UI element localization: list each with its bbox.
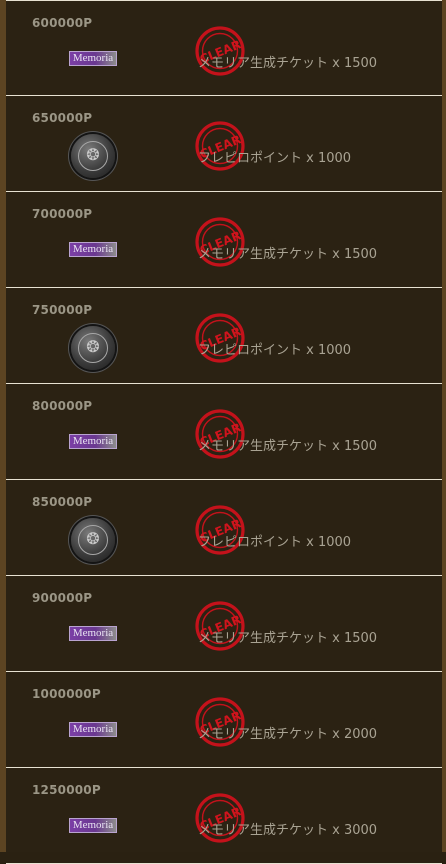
- reward-description: メモリア生成チケット x 1500: [198, 56, 378, 71]
- memoria-ticket-icon: Memoria: [69, 626, 117, 641]
- memoria-ticket-icon: Memoria: [69, 51, 117, 66]
- reward-row: 650000P ❂ CLEAR フレピロポイント x 1000: [6, 96, 442, 192]
- points-threshold: 600000P: [32, 16, 93, 30]
- reward-row: 900000P Memoria CLEAR メモリア生成チケット x 1500: [6, 576, 442, 672]
- reward-description: メモリア生成チケット x 1500: [198, 631, 378, 646]
- reward-description: フレピロポイント x 1000: [198, 151, 352, 166]
- points-threshold: 850000P: [32, 495, 93, 509]
- reward-list: 600000P Memoria CLEAR メモリア生成チケット x 1500 …: [6, 0, 442, 864]
- reward-description: メモリア生成チケット x 3000: [198, 823, 378, 838]
- reward-row: 700000P Memoria CLEAR メモリア生成チケット x 1500: [6, 192, 442, 288]
- points-threshold: 700000P: [32, 207, 93, 221]
- reward-row: 750000P ❂ CLEAR フレピロポイント x 1000: [6, 288, 442, 384]
- reward-row: 850000P ❂ CLEAR フレピロポイント x 1000: [6, 480, 442, 576]
- friend-point-coin-icon: ❂: [71, 326, 115, 370]
- points-threshold: 1250000P: [32, 783, 101, 797]
- points-threshold: 750000P: [32, 303, 93, 317]
- friend-point-coin-icon: ❂: [71, 134, 115, 178]
- friend-point-coin-icon: ❂: [71, 518, 115, 562]
- crest-icon: ❂: [86, 145, 100, 164]
- memoria-ticket-icon: Memoria: [69, 722, 117, 737]
- points-threshold: 800000P: [32, 399, 93, 413]
- reward-description: メモリア生成チケット x 2000: [198, 727, 378, 742]
- crest-icon: ❂: [86, 529, 100, 548]
- reward-list-panel: 600000P Memoria CLEAR メモリア生成チケット x 1500 …: [0, 0, 446, 864]
- points-threshold: 650000P: [32, 111, 93, 125]
- points-threshold: 900000P: [32, 591, 93, 605]
- reward-row: 600000P Memoria CLEAR メモリア生成チケット x 1500: [6, 0, 442, 96]
- reward-row: 1000000P Memoria CLEAR メモリア生成チケット x 2000: [6, 672, 442, 768]
- crest-icon: ❂: [86, 337, 100, 356]
- reward-row: 1250000P Memoria CLEAR メモリア生成チケット x 3000: [6, 768, 442, 864]
- reward-description: フレピロポイント x 1000: [198, 535, 352, 550]
- memoria-ticket-icon: Memoria: [69, 818, 117, 833]
- reward-row: 800000P Memoria CLEAR メモリア生成チケット x 1500: [6, 384, 442, 480]
- memoria-ticket-icon: Memoria: [69, 434, 117, 449]
- points-threshold: 1000000P: [32, 687, 101, 701]
- reward-description: メモリア生成チケット x 1500: [198, 439, 378, 454]
- reward-description: メモリア生成チケット x 1500: [198, 247, 378, 262]
- memoria-ticket-icon: Memoria: [69, 242, 117, 257]
- reward-description: フレピロポイント x 1000: [198, 343, 352, 358]
